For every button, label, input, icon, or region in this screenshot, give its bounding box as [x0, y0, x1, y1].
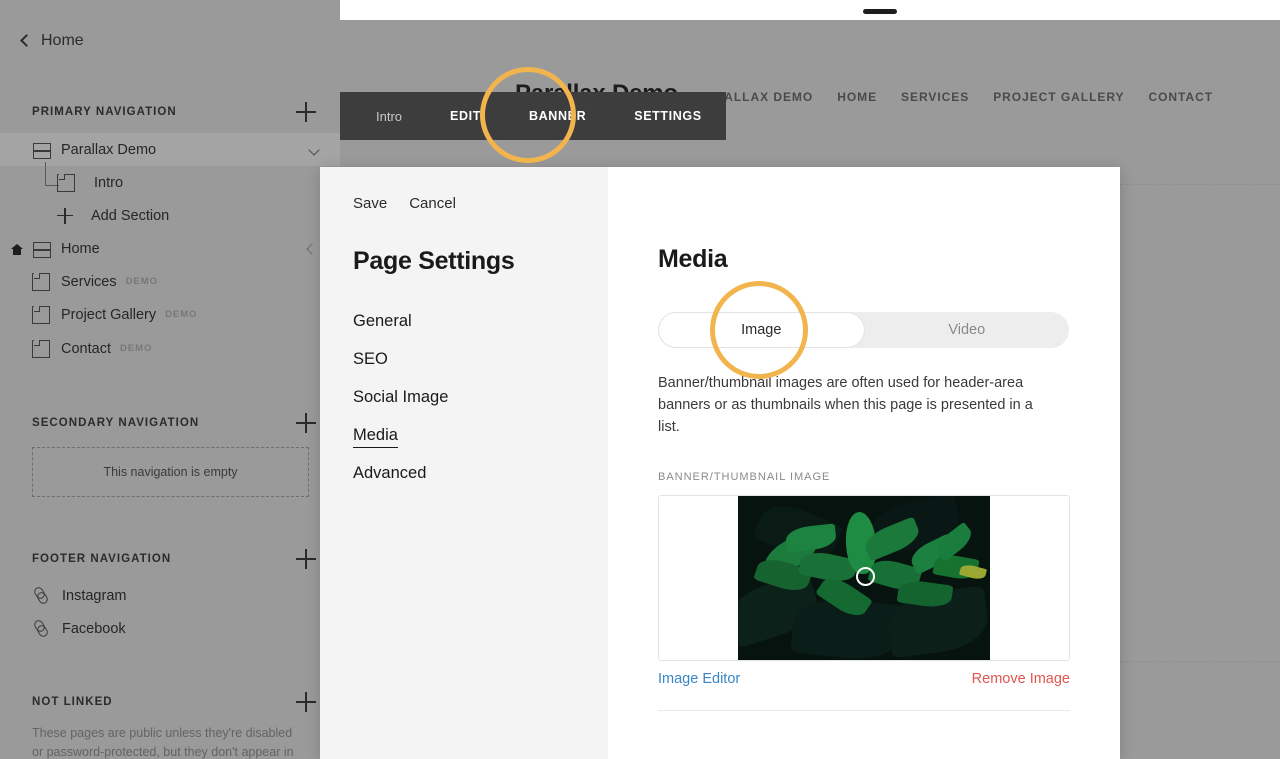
- demo-badge: DEMO: [126, 276, 158, 287]
- link-icon: [33, 620, 51, 638]
- panel-nav-label: Media: [353, 426, 398, 448]
- sidebar-item-label: Contact: [61, 341, 111, 357]
- page-stack-icon: [32, 240, 50, 258]
- image-actions: Image Editor Remove Image: [658, 671, 1070, 687]
- site-nav-item-project-gallery[interactable]: PROJECT GALLERY: [993, 90, 1124, 104]
- plus-icon: [57, 208, 73, 224]
- site-navigation: PARALLAX DEMO HOME SERVICES PROJECT GALL…: [697, 90, 1213, 104]
- sidebar-item-label: Services: [61, 274, 117, 290]
- sidebar-item-project-gallery[interactable]: Project Gallery DEMO: [0, 298, 340, 331]
- sidebar-item-contact[interactable]: Contact DEMO: [0, 332, 340, 365]
- page-icon: [57, 174, 75, 192]
- panel-nav-media[interactable]: Media: [353, 426, 608, 445]
- panel-nav-advanced[interactable]: Advanced: [353, 464, 608, 483]
- page-settings-panel: Save Cancel Page Settings General SEO So…: [320, 167, 1120, 759]
- demo-badge: DEMO: [165, 309, 197, 320]
- demo-badge: DEMO: [120, 343, 152, 354]
- sidebar-item-label: Instagram: [62, 588, 126, 604]
- media-type-toggle[interactable]: Image Video: [658, 312, 1069, 348]
- sidebar-item-facebook[interactable]: Facebook: [0, 612, 340, 645]
- page-settings-sidebar: Save Cancel Page Settings General SEO So…: [320, 167, 608, 759]
- sidebar-item-intro[interactable]: Intro: [0, 166, 340, 199]
- media-description: Banner/thumbnail images are often used f…: [658, 372, 1058, 438]
- panel-nav-label: Social Image: [353, 388, 448, 406]
- back-to-home-button[interactable]: Home: [22, 32, 84, 50]
- chevron-down-icon[interactable]: [308, 144, 319, 155]
- media-heading: Media: [658, 245, 727, 274]
- add-page-primary-icon[interactable]: [296, 102, 316, 122]
- page-icon: [32, 306, 50, 324]
- page-icon: [32, 340, 50, 358]
- site-nav-item-home[interactable]: HOME: [837, 90, 877, 104]
- page-stack-icon: [32, 141, 50, 159]
- link-icon: [33, 587, 51, 605]
- panel-nav-label: Advanced: [353, 464, 426, 482]
- section-editor-toolbar: Intro EDIT BANNER SETTINGS: [340, 92, 726, 140]
- home-indicator-icon: [11, 244, 22, 254]
- section-header-primary: PRIMARY NAVIGATION: [32, 102, 316, 122]
- chevron-left-icon[interactable]: [306, 243, 317, 254]
- chevron-left-icon: [20, 34, 33, 47]
- section-title: FOOTER NAVIGATION: [32, 553, 171, 565]
- secondary-nav-empty-dropzone[interactable]: This navigation is empty: [32, 447, 309, 497]
- back-label: Home: [41, 32, 84, 50]
- panel-nav-social-image[interactable]: Social Image: [353, 388, 608, 407]
- media-toggle-image[interactable]: Image: [658, 312, 865, 348]
- pages-sidebar: Home PRIMARY NAVIGATION Parallax Demo In…: [0, 0, 340, 759]
- panel-title: Page Settings: [353, 247, 514, 276]
- section-header-not-linked: NOT LINKED: [32, 692, 316, 712]
- site-nav-item-contact[interactable]: CONTACT: [1149, 90, 1214, 104]
- not-linked-description: These pages are public unless they're di…: [32, 724, 302, 759]
- save-button[interactable]: Save: [353, 195, 387, 212]
- toolbar-tab-settings[interactable]: SETTINGS: [610, 109, 726, 123]
- panel-nav-general[interactable]: General: [353, 312, 608, 331]
- sidebar-item-home[interactable]: Home: [0, 232, 340, 265]
- drag-handle[interactable]: [863, 9, 897, 14]
- add-page-footer-icon[interactable]: [296, 549, 316, 569]
- sidebar-item-add-section[interactable]: Add Section: [0, 199, 340, 232]
- site-nav-item-services[interactable]: SERVICES: [901, 90, 969, 104]
- toolbar-page-name: Intro: [358, 109, 426, 124]
- sidebar-item-label: Project Gallery: [61, 307, 156, 323]
- banner-image-thumbnail[interactable]: [738, 496, 990, 660]
- panel-nav-seo[interactable]: SEO: [353, 350, 608, 369]
- add-page-secondary-icon[interactable]: [296, 413, 316, 433]
- panel-nav-label: SEO: [353, 350, 388, 368]
- sidebar-item-services[interactable]: Services DEMO: [0, 265, 340, 298]
- empty-message: This navigation is empty: [103, 465, 237, 479]
- panel-nav: General SEO Social Image Media Advanced: [353, 312, 608, 502]
- sidebar-item-label: Intro: [94, 175, 123, 191]
- sidebar-item-label: Home: [61, 241, 100, 257]
- toolbar-tab-banner[interactable]: BANNER: [505, 109, 610, 123]
- add-page-not-linked-icon[interactable]: [296, 692, 316, 712]
- sidebar-item-label: Facebook: [62, 621, 126, 637]
- image-editor-link[interactable]: Image Editor: [658, 671, 740, 687]
- toolbar-tab-edit[interactable]: EDIT: [426, 109, 505, 123]
- page-icon: [32, 273, 50, 291]
- section-title: NOT LINKED: [32, 696, 113, 708]
- section-title: SECONDARY NAVIGATION: [32, 417, 199, 429]
- preview-placeholder-block: [1115, 184, 1280, 662]
- divider: [658, 710, 1070, 711]
- sidebar-item-label: Parallax Demo: [61, 142, 156, 158]
- panel-nav-label: General: [353, 312, 412, 330]
- cancel-button[interactable]: Cancel: [409, 195, 456, 212]
- sidebar-item-instagram[interactable]: Instagram: [0, 579, 340, 612]
- media-toggle-video[interactable]: Video: [865, 312, 1070, 348]
- media-settings-content: Media Image Video Banner/thumbnail image…: [608, 167, 1120, 759]
- banner-image-frame[interactable]: [658, 495, 1070, 661]
- sidebar-item-label: Add Section: [91, 208, 169, 224]
- panel-actions: Save Cancel: [353, 195, 456, 212]
- app-root: Home PRIMARY NAVIGATION Parallax Demo In…: [0, 0, 1280, 759]
- section-title: PRIMARY NAVIGATION: [32, 106, 177, 118]
- section-header-secondary: SECONDARY NAVIGATION: [32, 413, 316, 433]
- image-focal-point-handle[interactable]: [856, 567, 875, 586]
- banner-image-field-label: BANNER/THUMBNAIL IMAGE: [658, 471, 830, 483]
- remove-image-link[interactable]: Remove Image: [972, 671, 1070, 687]
- section-header-footer: FOOTER NAVIGATION: [32, 549, 316, 569]
